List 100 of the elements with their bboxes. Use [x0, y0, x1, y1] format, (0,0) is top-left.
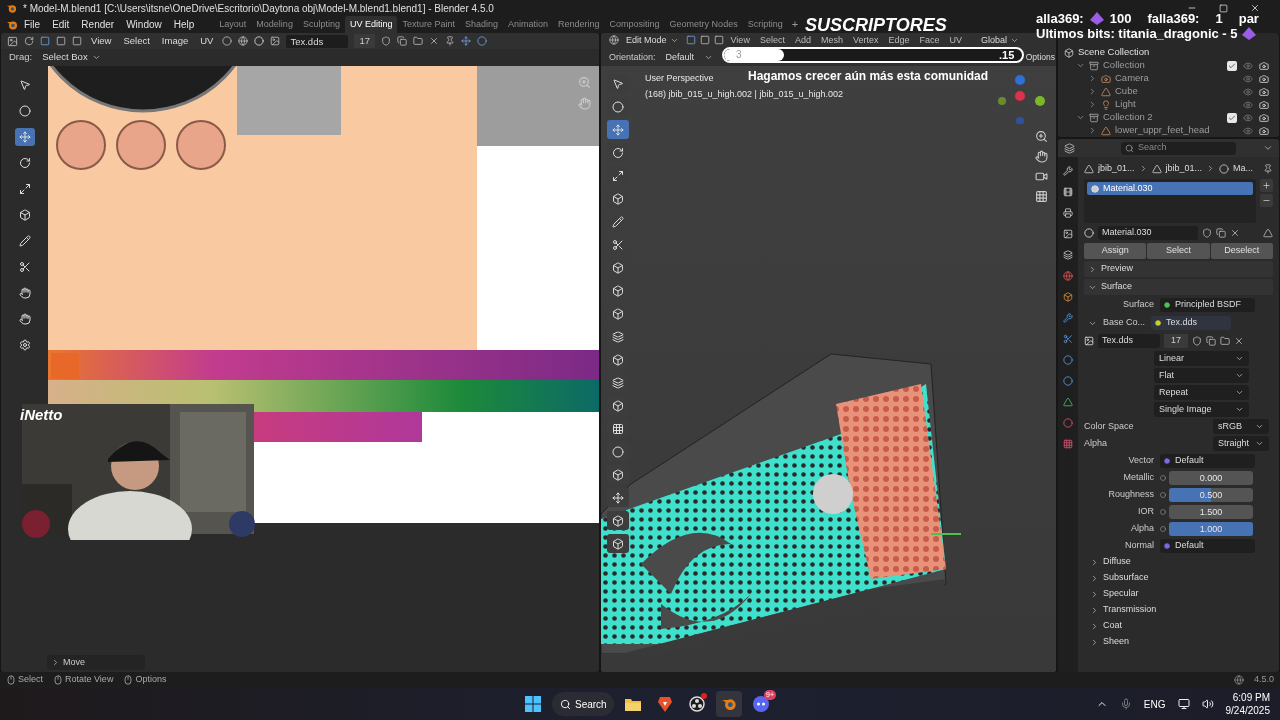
menu-item[interactable]: Help: [167, 17, 201, 32]
subpanel-header[interactable]: Diffuse: [1084, 555, 1273, 569]
option-dropdown[interactable]: Single Image: [1154, 402, 1249, 417]
texture-field[interactable]: Tex.dds: [1151, 316, 1232, 330]
action-button[interactable]: Select: [1147, 243, 1210, 259]
subpanel-header[interactable]: Transmission: [1084, 603, 1273, 617]
setting-dropdown[interactable]: sRGB: [1213, 419, 1269, 434]
menu-item[interactable]: File: [18, 17, 47, 32]
workspace-tab[interactable]: Sculpting: [297, 16, 345, 33]
menu-item[interactable]: Add: [791, 35, 814, 46]
search-field[interactable]: Search: [1121, 141, 1236, 155]
properties-tab[interactable]: [1060, 268, 1076, 283]
menu-item[interactable]: Mesh: [817, 35, 846, 46]
option-dropdown[interactable]: Linear: [1154, 351, 1249, 366]
tool-button[interactable]: [607, 511, 629, 530]
workspace-tab[interactable]: Scripting: [742, 16, 788, 33]
subpanel-header[interactable]: Sheen: [1084, 635, 1273, 649]
menu-item[interactable]: UV: [197, 33, 217, 49]
workspace-tab[interactable]: Geometry Nodes: [664, 16, 743, 33]
number-field[interactable]: 1.500: [1169, 504, 1253, 519]
material-field[interactable]: Material.030: [1098, 226, 1198, 240]
option-dropdown[interactable]: Flat: [1154, 368, 1249, 383]
outliner-item[interactable]: Collection: [1103, 58, 1145, 73]
expand-toggle[interactable]: [1088, 126, 1097, 135]
outliner-item[interactable]: Camera: [1115, 71, 1149, 86]
mode-dropdown[interactable]: Edit Mode: [623, 35, 682, 46]
workspace-tab[interactable]: Texture Paint: [397, 16, 460, 33]
expand-toggle[interactable]: [1076, 113, 1085, 122]
socket-icon: [1160, 491, 1166, 498]
expand-toggle[interactable]: [1076, 61, 1085, 70]
menu-item[interactable]: Render: [75, 17, 121, 32]
options-dropdown[interactable]: Options: [1025, 51, 1055, 64]
maximize-button[interactable]: [1219, 3, 1228, 13]
tool-button[interactable]: [607, 534, 629, 553]
menu-item[interactable]: Face: [916, 35, 943, 46]
transform-dropdown[interactable]: Global: [981, 35, 1020, 46]
menu-item[interactable]: Vertex: [849, 35, 882, 46]
value-slider[interactable]: 0.500: [1169, 487, 1253, 502]
workspace-tab[interactable]: Layout: [214, 16, 252, 33]
subpanel-header[interactable]: Subsurface: [1084, 571, 1273, 585]
shader-field[interactable]: Principled BSDF: [1160, 298, 1255, 312]
plus-icon: [1262, 181, 1271, 190]
panel-header[interactable]: Preview: [1084, 261, 1273, 277]
menu-item[interactable]: Edge: [885, 35, 913, 46]
setting-dropdown[interactable]: Straight: [1213, 436, 1269, 451]
panel-header[interactable]: Surface: [1084, 279, 1273, 295]
tool-button[interactable]: [14, 128, 35, 146]
menu-item[interactable]: Window: [120, 17, 168, 32]
outliner-item[interactable]: lower_uppr_feet_head: [1115, 123, 1210, 138]
outliner-item[interactable]: Scene Collection: [1078, 45, 1150, 60]
camera-icon: [1259, 86, 1269, 97]
expand-toggle[interactable]: [1088, 74, 1097, 83]
image-field[interactable]: Tex.dds: [1098, 334, 1160, 348]
workspace-tab[interactable]: Animation: [503, 16, 554, 33]
checkbox[interactable]: [1227, 112, 1237, 123]
link-field[interactable]: Default: [1160, 453, 1255, 468]
link-field[interactable]: Default: [1160, 538, 1255, 553]
workspace-tab[interactable]: Rendering: [553, 16, 605, 33]
workspace-tab[interactable]: UV Editing: [344, 16, 398, 33]
action-button[interactable]: Deselect: [1210, 243, 1273, 259]
properties-tab[interactable]: [1060, 163, 1076, 178]
workspace-tab[interactable]: Shading: [460, 16, 503, 33]
subpanel-header[interactable]: Specular: [1084, 587, 1273, 601]
menu-item[interactable]: Select: [756, 35, 788, 46]
menu-item[interactable]: Select: [120, 33, 153, 49]
outliner-item[interactable]: Collection 2: [1103, 110, 1153, 125]
pencil-icon: [612, 215, 624, 228]
number-field[interactable]: 0.000: [1169, 470, 1253, 485]
expand-toggle[interactable]: [1088, 87, 1097, 96]
chevron-icon: [1010, 36, 1020, 45]
menu-item[interactable]: View: [727, 35, 753, 46]
outliner-item[interactable]: Cube: [1115, 84, 1138, 99]
expand-toggle[interactable]: [1088, 100, 1097, 109]
outliner-item[interactable]: Light: [1115, 97, 1136, 112]
menu-item[interactable]: UV: [946, 35, 965, 46]
material-slot[interactable]: Material.030: [1087, 182, 1253, 195]
value-slider[interactable]: 1.000: [1169, 521, 1253, 536]
image-field[interactable]: Tex.dds: [286, 34, 349, 48]
remove-slot-button[interactable]: [1260, 194, 1273, 207]
search-field[interactable]: Search: [552, 692, 614, 716]
menu-item[interactable]: Edit: [46, 17, 76, 32]
workspace-tab[interactable]: Modeling: [251, 16, 298, 33]
close-button[interactable]: [1250, 3, 1260, 13]
subpanel-header[interactable]: Coat: [1084, 619, 1273, 633]
menu-item[interactable]: Image: [158, 33, 192, 49]
mouse-icon: [123, 675, 134, 685]
properties-tab[interactable]: [1060, 247, 1076, 262]
action-button[interactable]: Assign: [1084, 243, 1147, 259]
checkbox[interactable]: [1227, 60, 1237, 71]
drag-dropdown[interactable]: Select Box: [38, 50, 105, 65]
menu-item[interactable]: View: [88, 33, 115, 49]
properties-tab[interactable]: [1060, 310, 1076, 325]
orientation-dropdown[interactable]: Default: [661, 50, 718, 65]
triangle-icon: [1063, 396, 1073, 407]
mouse-icon: [6, 675, 16, 685]
option-dropdown[interactable]: Repeat: [1154, 385, 1249, 400]
add-workspace-button[interactable]: +: [787, 16, 803, 33]
workspace-tab[interactable]: Compositing: [604, 16, 665, 33]
properties-tab[interactable]: [1060, 205, 1076, 220]
add-slot-button[interactable]: [1260, 179, 1273, 192]
